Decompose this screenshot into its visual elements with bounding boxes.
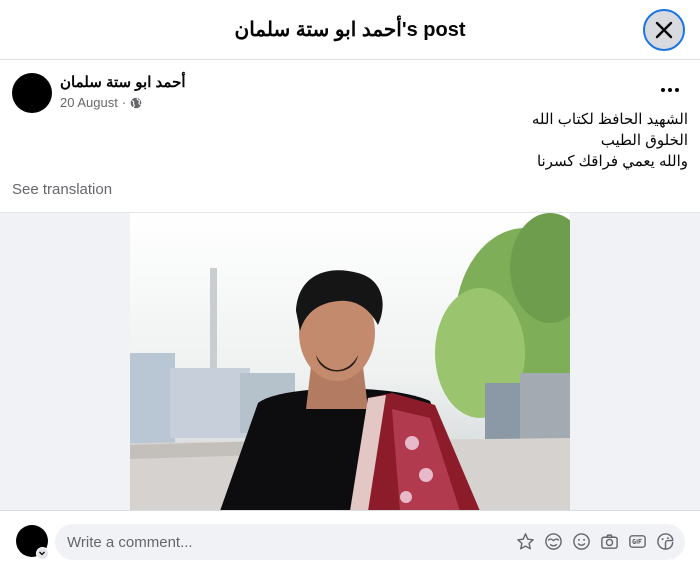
post-text-line: الخلوق الطيب	[600, 132, 688, 149]
gif-icon[interactable]	[628, 532, 647, 551]
post-text-line: الشهيد الحافظ لكتاب الله	[531, 111, 688, 128]
avatar-sticker-icon[interactable]	[516, 532, 535, 551]
camera-icon[interactable]	[600, 532, 619, 551]
more-dot-icon	[661, 88, 665, 92]
more-dot-icon	[675, 88, 679, 92]
emoji-face-icon[interactable]	[544, 532, 563, 551]
more-options-button[interactable]	[652, 78, 688, 102]
comment-footer	[0, 510, 700, 577]
meta-separator: ·	[121, 95, 127, 110]
post-text: الشهيد الحافظ لكتاب الله الخلوق الطيب وا…	[532, 109, 688, 172]
globe-icon[interactable]	[130, 97, 142, 109]
smiley-icon[interactable]	[572, 532, 591, 551]
post-photo[interactable]	[130, 213, 570, 511]
post-meta: 20 August ·	[60, 95, 142, 111]
author-avatar[interactable]	[12, 73, 52, 113]
comment-toolbar	[516, 532, 675, 551]
see-translation-link[interactable]: See translation	[12, 181, 112, 198]
account-switch-chevron-icon[interactable]	[36, 547, 49, 560]
dialog-header: أحمد ابو ستة سلمان's post	[0, 0, 700, 60]
comment-composer	[55, 524, 685, 560]
more-dot-icon	[668, 88, 672, 92]
post-text-line: والله يعمي فراقك كسرنا	[536, 153, 688, 170]
portrait-photo	[130, 213, 570, 511]
sticker-icon[interactable]	[656, 532, 675, 551]
post-date[interactable]: 20 August	[60, 95, 118, 111]
close-icon	[655, 21, 673, 39]
author-name[interactable]: أحمد ابو ستة سلمان	[60, 74, 186, 92]
dialog-title: أحمد ابو ستة سلمان's post	[234, 19, 466, 41]
comment-input[interactable]	[55, 524, 495, 560]
post-photo-container	[0, 212, 700, 511]
close-button[interactable]	[643, 9, 685, 51]
